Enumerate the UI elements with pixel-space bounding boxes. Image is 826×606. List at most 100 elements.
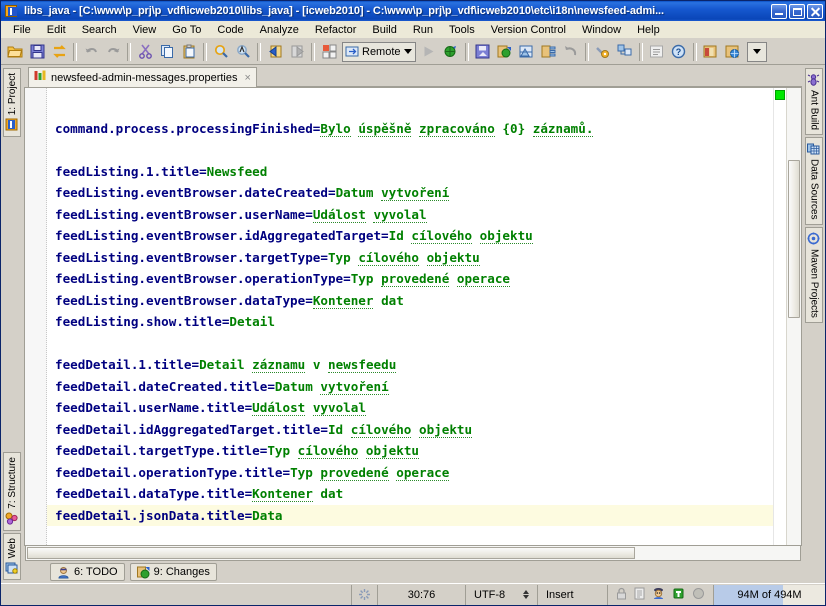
toggle-bookmark-icon[interactable] (318, 41, 340, 63)
copy-icon[interactable] (156, 41, 178, 63)
value-word: Id (388, 228, 404, 243)
editor-column: newsfeed-admin-messages.properties × com… (23, 65, 803, 583)
editor-marker-bar[interactable] (773, 88, 786, 545)
show-history-icon[interactable] (538, 41, 560, 63)
cut-icon[interactable] (134, 41, 156, 63)
bottom-tab-todo[interactable]: 6: TODO (50, 563, 125, 581)
chevron-updown-icon (523, 590, 529, 599)
run-configuration-selector[interactable]: Remote (342, 41, 416, 62)
background-tasks-indicator[interactable] (351, 584, 377, 605)
value-word: Typ (327, 249, 351, 265)
paste-icon[interactable] (178, 41, 200, 63)
editor-tab-newsfeed-admin-messages[interactable]: newsfeed-admin-messages.properties × (28, 67, 257, 87)
sidebar-item-structure[interactable]: 7: Structure (3, 451, 21, 531)
maximize-button[interactable] (789, 3, 805, 19)
spelling-typo: Kontener (312, 292, 374, 309)
spelling-typo: objektu (419, 421, 473, 438)
rollback-icon[interactable] (560, 41, 582, 63)
update-project-icon[interactable] (472, 41, 494, 63)
menu-refactor[interactable]: Refactor (307, 23, 365, 37)
menu-window[interactable]: Window (574, 23, 629, 37)
close-button[interactable] (807, 3, 823, 19)
hector-inspector-icon[interactable] (652, 587, 665, 603)
help-icon[interactable]: ? (668, 41, 690, 63)
bottom-tool-buttons: 6: TODO 9: Changes (24, 561, 802, 583)
lock-icon[interactable] (616, 587, 627, 603)
property-key: feedDetail.dataType.title (55, 486, 245, 501)
code-line: feedDetail.dateCreated.title=Datum vytvo… (47, 376, 773, 398)
property-equals: = (343, 271, 351, 286)
project-icon (5, 118, 19, 132)
menu-code[interactable]: Code (209, 23, 251, 37)
gray-toggle-icon[interactable] (692, 587, 705, 603)
scrollbar-thumb[interactable] (27, 547, 635, 559)
sidebar-item-data-sources[interactable]: Data Sources (805, 137, 823, 225)
changes-icon (136, 566, 150, 579)
find-icon[interactable] (210, 41, 232, 63)
sidebar-item-web[interactable]: Web (3, 532, 21, 580)
sidebar-item-project[interactable]: 1: Project (3, 68, 21, 138)
undo-icon[interactable] (80, 41, 102, 63)
menu-build[interactable]: Build (364, 23, 404, 37)
run-icon[interactable] (418, 41, 440, 63)
compare-icon[interactable] (516, 41, 538, 63)
open-folder-icon[interactable] (4, 41, 26, 63)
menu-go-to[interactable]: Go To (164, 23, 209, 37)
property-key: feedListing.eventBrowser.userName (55, 206, 306, 222)
caret-position[interactable]: 30:76 (377, 584, 465, 605)
synchronize-icon[interactable] (48, 41, 70, 63)
sidebar-item-label: Ant Build (808, 90, 820, 131)
menu-search[interactable]: Search (74, 23, 125, 37)
forward-icon[interactable] (286, 41, 308, 63)
value-word: Id (327, 421, 344, 437)
menu-edit[interactable]: Edit (39, 23, 74, 37)
menu-run[interactable]: Run (405, 23, 441, 37)
toolbar-overflow-button[interactable] (746, 41, 767, 62)
sidebar-item-ant-build[interactable]: Ant Build (805, 68, 823, 136)
editor-area: command.process.processingFinished = Bylo … (24, 87, 802, 546)
menu-help[interactable]: Help (629, 23, 668, 37)
project-structure-icon[interactable] (614, 41, 636, 63)
toolbar-separator (127, 42, 131, 61)
menu-view[interactable]: View (125, 23, 165, 37)
menu-tools[interactable]: Tools (441, 23, 483, 37)
editor-horizontal-scrollbar[interactable] (25, 546, 801, 561)
save-all-icon[interactable] (26, 41, 48, 63)
code-text-area[interactable]: command.process.processingFinished = Bylo … (47, 88, 773, 545)
settings-icon[interactable] (592, 41, 614, 63)
bottom-tab-changes[interactable]: 9: Changes (129, 563, 217, 581)
property-key: feedDetail.targetType.title (55, 443, 260, 458)
property-value: Datum vytvoření (336, 185, 450, 201)
value-word: Datum (335, 185, 374, 200)
spinner-icon (359, 589, 370, 600)
menu-analyze[interactable]: Analyze (252, 23, 307, 37)
encoding-selector[interactable]: UTF-8 (465, 584, 537, 605)
menu-version-control[interactable]: Version Control (483, 23, 574, 37)
web-icon[interactable] (722, 41, 744, 63)
menu-file[interactable]: File (5, 23, 39, 37)
property-value: Kontener dat (252, 486, 343, 502)
redo-icon[interactable] (102, 41, 124, 63)
inspection-status-indicator[interactable] (775, 90, 785, 100)
memory-indicator[interactable]: 94M of 494M (713, 584, 825, 605)
intellij-idea-window: libs_java - [C:\www\p_prj\p_vdf\icweb201… (0, 0, 826, 606)
close-icon[interactable]: × (242, 72, 250, 84)
commit-icon[interactable] (494, 41, 516, 63)
back-icon[interactable] (264, 41, 286, 63)
sidebar-item-maven-projects[interactable]: Maven Projects (805, 226, 823, 323)
editor-vertical-scrollbar[interactable] (786, 88, 801, 545)
power-save-icon[interactable] (672, 587, 685, 603)
insert-mode-indicator[interactable]: Insert (537, 584, 607, 605)
property-equals: = (320, 249, 328, 265)
editor-gutter[interactable] (25, 88, 47, 545)
bottom-tab-label: 9: Changes (153, 566, 210, 578)
replace-icon[interactable] (232, 41, 254, 63)
debug-icon[interactable] (440, 41, 462, 63)
file-icon[interactable] (634, 587, 645, 603)
scrollbar-thumb[interactable] (788, 160, 800, 318)
database-icon[interactable] (700, 41, 722, 63)
property-key: feedDetail.idAggregatedTarget.title (55, 421, 321, 437)
minimize-button[interactable] (771, 3, 787, 19)
context-help-icon[interactable] (646, 41, 668, 63)
